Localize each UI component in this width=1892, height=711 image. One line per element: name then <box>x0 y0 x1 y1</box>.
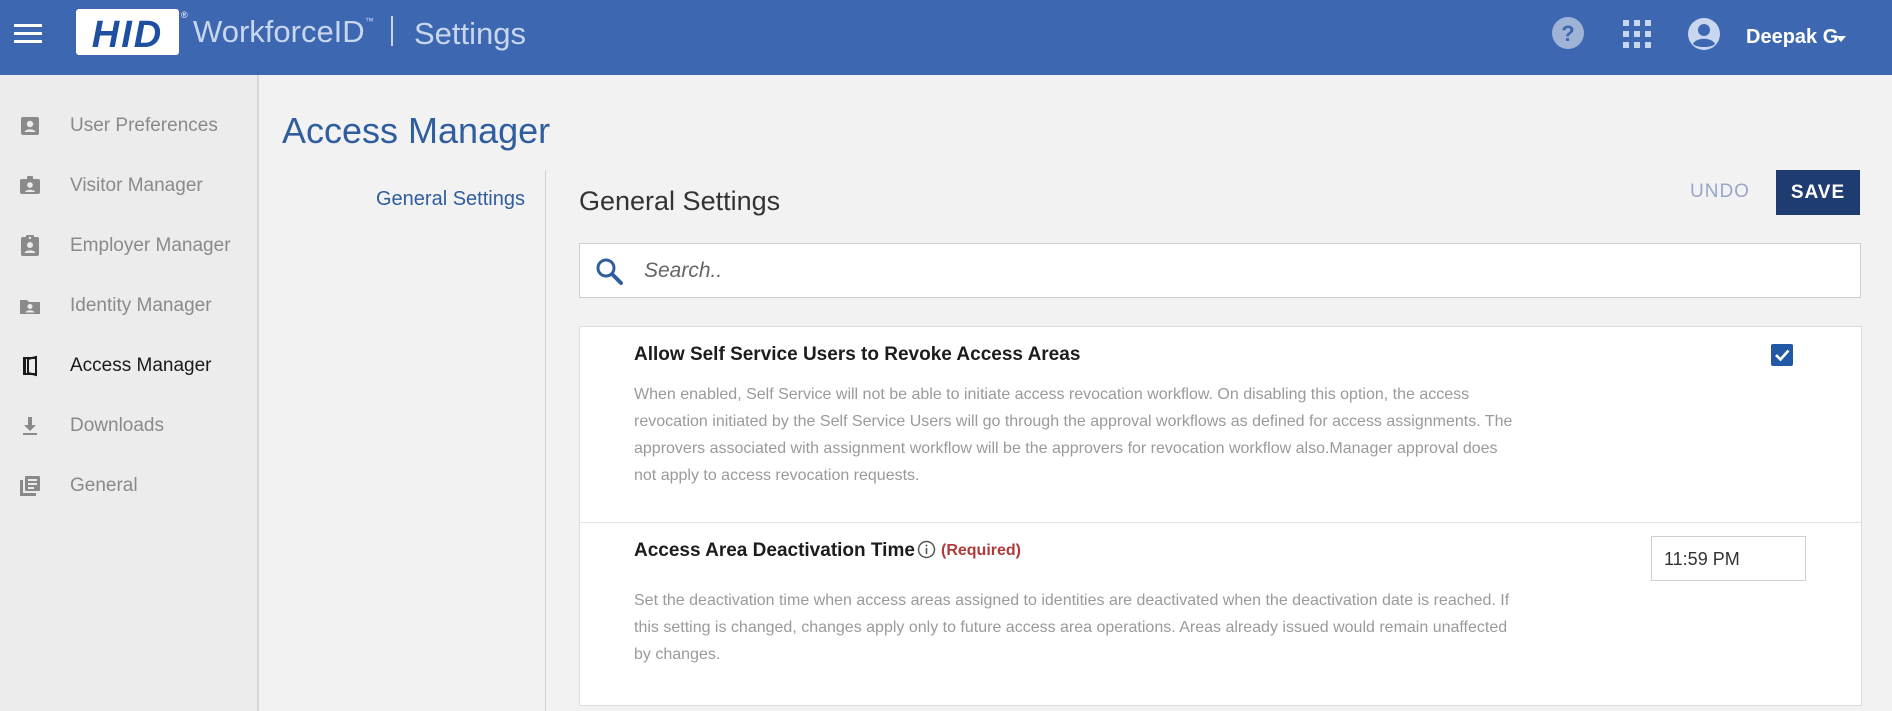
search-input[interactable] <box>642 254 1836 288</box>
clipboard-user-icon <box>21 235 39 256</box>
revoke-access-checkbox[interactable] <box>1771 344 1793 366</box>
product-name: WorkforceID™ <box>193 14 374 50</box>
trademark-mark: ™ <box>364 16 374 26</box>
settings-sidebar: User Preferences Visitor Manager Employe… <box>0 75 259 711</box>
sidebar-item-label: Visitor Manager <box>70 175 203 196</box>
undo-button[interactable]: UNDO <box>1690 181 1750 203</box>
setting-title-deactivation-time: Access Area Deactivation Time <box>634 540 915 561</box>
account-circle-icon[interactable] <box>1687 17 1721 51</box>
setting-title-revoke: Allow Self Service Users to Revoke Acces… <box>634 344 1081 365</box>
sidebar-item-downloads[interactable]: Downloads <box>0 401 257 451</box>
sidebar-item-access-manager[interactable]: Access Manager <box>0 341 257 391</box>
product-name-text: WorkforceID <box>193 14 365 49</box>
apps-grid-icon[interactable] <box>1623 20 1651 48</box>
header-section-title: Settings <box>414 16 527 51</box>
sidebar-item-label: Identity Manager <box>70 295 212 316</box>
visitor-card-icon <box>20 176 40 194</box>
deactivation-time-input[interactable]: 11:59 PM <box>1651 536 1806 581</box>
subnav-general-settings[interactable]: General Settings <box>376 188 525 211</box>
sidebar-item-general[interactable]: General <box>0 461 257 511</box>
sidebar-item-employer-manager[interactable]: Employer Manager <box>0 221 257 271</box>
sidebar-item-label: Employer Manager <box>70 235 231 256</box>
sidebar-item-label: Access Manager <box>70 355 212 376</box>
registered-mark: ® <box>181 10 188 20</box>
setting-description-revoke: When enabled, Self Service will not be a… <box>634 386 1513 484</box>
section-heading: General Settings <box>579 186 781 216</box>
hid-logo: HID <box>76 9 179 56</box>
page-title: Access Manager <box>282 110 551 151</box>
sidebar-item-label: General <box>70 475 138 496</box>
download-icon <box>23 417 37 435</box>
sidebar-item-visitor-manager[interactable]: Visitor Manager <box>0 161 257 211</box>
row-divider <box>580 522 1861 523</box>
search-icon <box>596 258 623 285</box>
check-icon <box>1775 349 1790 362</box>
top-header: HID ® WorkforceID™ Settings ? Deepak G <box>0 0 1892 75</box>
sidebar-item-label: User Preferences <box>70 115 218 136</box>
library-books-icon <box>20 476 40 496</box>
svg-text:?: ? <box>1561 21 1574 46</box>
info-icon[interactable] <box>917 540 936 559</box>
folder-user-icon <box>20 300 40 314</box>
menu-icon[interactable] <box>14 24 42 46</box>
sidebar-item-identity-manager[interactable]: Identity Manager <box>0 281 257 331</box>
user-badge-icon <box>21 117 39 135</box>
sidebar-item-label: Downloads <box>70 415 164 436</box>
save-button[interactable]: SAVE <box>1776 170 1860 215</box>
settings-card: Allow Self Service Users to Revoke Acces… <box>579 326 1862 706</box>
header-separator <box>391 16 393 46</box>
user-menu-name[interactable]: Deepak G <box>1746 26 1838 49</box>
required-label: (Required) <box>941 542 1021 559</box>
chevron-down-icon[interactable] <box>1836 36 1846 42</box>
settings-search <box>579 243 1861 298</box>
logo-text: HID <box>91 14 164 56</box>
subnav-divider <box>545 170 546 711</box>
sidebar-item-user-preferences[interactable]: User Preferences <box>0 101 257 151</box>
help-icon[interactable]: ? <box>1551 16 1585 50</box>
setting-description-deactivation-time: Set the deactivation time when access ar… <box>634 592 1510 663</box>
door-open-icon <box>23 355 37 377</box>
